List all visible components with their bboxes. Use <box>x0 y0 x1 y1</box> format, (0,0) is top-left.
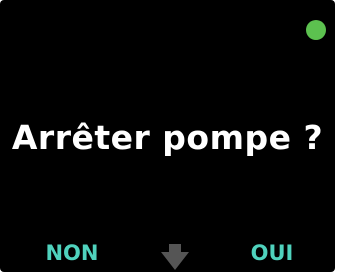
confirmation-prompt: Arrêter pompe ? <box>11 118 324 157</box>
status-dot-icon <box>306 20 326 40</box>
arrow-down-icon[interactable] <box>160 244 190 272</box>
yes-button[interactable]: OUI <box>242 238 302 268</box>
no-button[interactable]: NON <box>34 238 110 268</box>
device-screen: Arrêter pompe ? NON OUI <box>0 0 335 272</box>
